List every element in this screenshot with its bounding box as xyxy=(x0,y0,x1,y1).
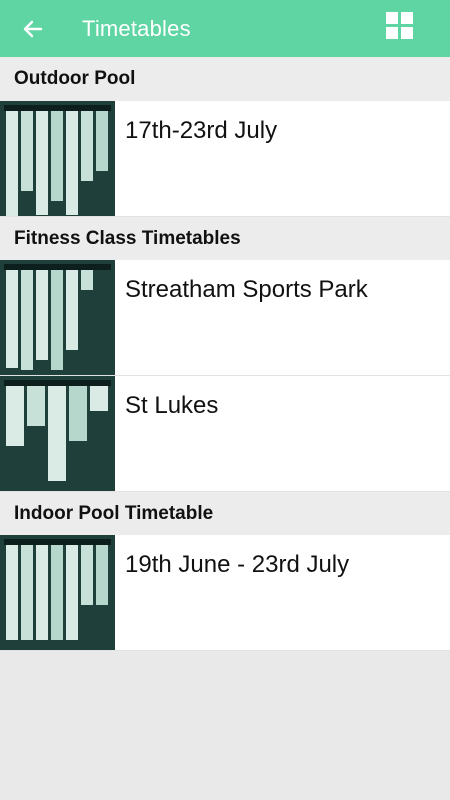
list-item-label: 17th-23rd July xyxy=(125,117,278,144)
timetable-thumbnail xyxy=(0,260,115,375)
list-item-label: St Lukes xyxy=(125,392,219,419)
list-item-label: Streatham Sports Park xyxy=(125,276,368,303)
list-item-indoor-pool[interactable]: 19th June - 23rd July xyxy=(0,535,450,651)
list-item-outdoor-pool[interactable]: 17th-23rd July xyxy=(0,101,450,217)
section-header-fitness-class: Fitness Class Timetables xyxy=(0,217,450,260)
section-header-outdoor-pool: Outdoor Pool xyxy=(0,57,450,101)
page-title: Timetables xyxy=(82,15,191,41)
list-item-st-lukes[interactable]: St Lukes xyxy=(0,376,450,492)
back-arrow-icon xyxy=(23,20,43,37)
timetable-thumbnail xyxy=(0,535,115,650)
timetable-thumbnail xyxy=(0,101,115,216)
list-item-streatham[interactable]: Streatham Sports Park xyxy=(0,260,450,376)
list-item-label: 19th June - 23rd July xyxy=(125,551,350,578)
back-button[interactable] xyxy=(0,0,64,57)
timetable-thumbnail xyxy=(0,376,115,491)
section-header-indoor-pool: Indoor Pool Timetable xyxy=(0,492,450,535)
grid-view-button[interactable] xyxy=(386,12,414,40)
app-bar: Timetables xyxy=(0,0,450,57)
grid-view-icon xyxy=(386,12,413,39)
